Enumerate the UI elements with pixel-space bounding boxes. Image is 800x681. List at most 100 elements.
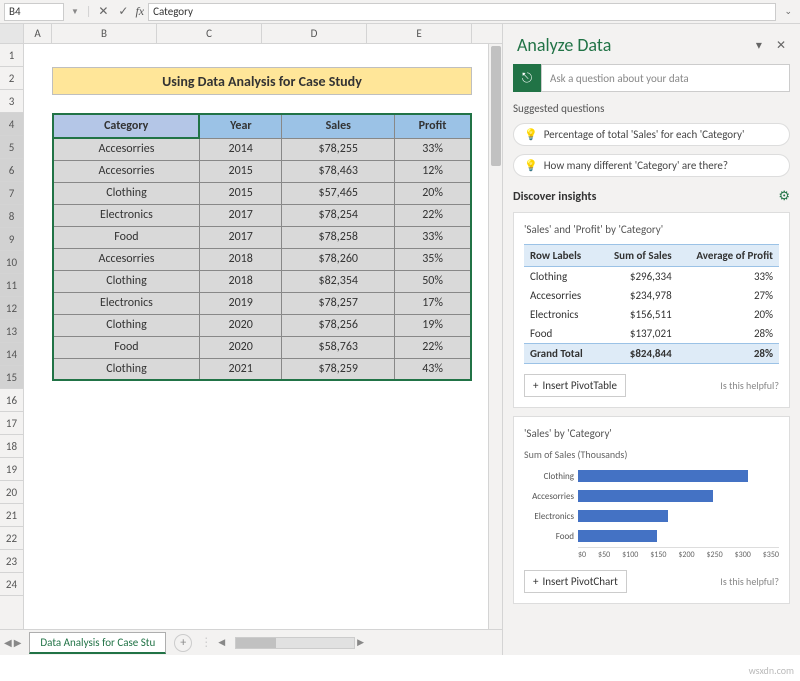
table-cell[interactable]: $78,254 — [282, 204, 395, 226]
table-cell[interactable]: Accesorries — [53, 160, 199, 182]
row-header[interactable]: 17 — [0, 412, 23, 435]
row-header[interactable]: 13 — [0, 320, 23, 343]
col-header[interactable]: D — [262, 24, 367, 43]
table-cell[interactable]: 2014 — [199, 138, 281, 160]
table-cell[interactable]: Accesorries — [53, 138, 199, 160]
row-header[interactable]: 12 — [0, 297, 23, 320]
row-header[interactable]: 1 — [0, 44, 23, 67]
suggestion-pill[interactable]: 💡How many different 'Category' are there… — [513, 154, 790, 177]
table-cell[interactable]: $57,465 — [282, 182, 395, 204]
row-header[interactable]: 8 — [0, 205, 23, 228]
table-cell[interactable]: Clothing — [53, 270, 199, 292]
table-cell[interactable]: 2017 — [199, 204, 281, 226]
fx-icon[interactable]: fx — [135, 4, 144, 19]
name-box-dropdown-icon[interactable]: ▼ — [68, 7, 82, 17]
table-cell[interactable]: 33% — [395, 226, 471, 248]
row-header[interactable]: 9 — [0, 228, 23, 251]
table-cell[interactable]: 2015 — [199, 182, 281, 204]
row-header[interactable]: 21 — [0, 504, 23, 527]
pane-menu-icon[interactable]: ▾ — [756, 38, 762, 53]
col-header[interactable]: C — [157, 24, 262, 43]
cells-area[interactable]: Using Data Analysis for Case Study Categ… — [24, 44, 488, 629]
row-header[interactable]: 2 — [0, 67, 23, 90]
table-cell[interactable]: $78,256 — [282, 314, 395, 336]
table-cell[interactable]: Food — [53, 226, 199, 248]
row-header[interactable]: 18 — [0, 435, 23, 458]
pane-close-icon[interactable]: ✕ — [776, 38, 786, 53]
gear-icon[interactable]: ⚙ — [778, 189, 790, 204]
table-cell[interactable]: Clothing — [53, 314, 199, 336]
table-cell[interactable]: $58,763 — [282, 336, 395, 358]
helpful-link[interactable]: Is this helpful? — [720, 379, 779, 392]
add-sheet-button[interactable]: + — [174, 634, 192, 652]
ask-input[interactable]: Ask a question about your data — [541, 64, 790, 92]
cancel-icon[interactable]: ✕ — [95, 4, 111, 20]
row-header[interactable]: 23 — [0, 550, 23, 573]
table-cell[interactable]: 2015 — [199, 160, 281, 182]
table-cell[interactable]: 22% — [395, 204, 471, 226]
table-cell[interactable]: 50% — [395, 270, 471, 292]
row-header[interactable]: 16 — [0, 389, 23, 412]
hscroll-right-icon[interactable]: ▶ — [357, 637, 364, 648]
select-all-corner[interactable] — [0, 24, 24, 43]
row-header[interactable]: 4 — [0, 113, 23, 136]
horizontal-scrollbar[interactable] — [235, 637, 355, 649]
table-cell[interactable]: 2021 — [199, 358, 281, 380]
row-header[interactable]: 5 — [0, 136, 23, 159]
row-header[interactable]: 10 — [0, 251, 23, 274]
table-cell[interactable]: Accesorries — [53, 248, 199, 270]
row-header[interactable]: 7 — [0, 182, 23, 205]
row-header[interactable]: 24 — [0, 573, 23, 596]
table-cell[interactable]: 2017 — [199, 226, 281, 248]
table-cell[interactable]: 17% — [395, 292, 471, 314]
data-table[interactable]: CategoryYearSalesProfitAccesorries2014$7… — [52, 113, 472, 381]
name-box[interactable]: B4 — [4, 3, 64, 21]
col-header[interactable]: E — [367, 24, 472, 43]
table-cell[interactable]: $78,260 — [282, 248, 395, 270]
table-header[interactable]: Sales — [282, 114, 395, 138]
vertical-scrollbar[interactable] — [488, 44, 502, 629]
sheet-nav-prev-icon[interactable]: ◀ — [4, 636, 12, 649]
sheet-nav-next-icon[interactable]: ▶ — [14, 636, 22, 649]
insert-pivotchart-button[interactable]: +Insert PivotChart — [524, 570, 627, 593]
sheet-tab[interactable]: Data Analysis for Case Stu — [29, 632, 166, 654]
table-header[interactable]: Year — [199, 114, 281, 138]
row-header[interactable]: 14 — [0, 343, 23, 366]
table-cell[interactable]: 2019 — [199, 292, 281, 314]
col-header[interactable]: B — [52, 24, 157, 43]
table-cell[interactable]: 22% — [395, 336, 471, 358]
suggestion-pill[interactable]: 💡Percentage of total 'Sales' for each 'C… — [513, 123, 790, 146]
row-header[interactable]: 20 — [0, 481, 23, 504]
table-cell[interactable]: $78,257 — [282, 292, 395, 314]
table-cell[interactable]: Electronics — [53, 204, 199, 226]
table-cell[interactable]: $78,463 — [282, 160, 395, 182]
table-cell[interactable]: 12% — [395, 160, 471, 182]
helpful-link[interactable]: Is this helpful? — [720, 575, 779, 588]
table-cell[interactable]: 20% — [395, 182, 471, 204]
table-cell[interactable]: $78,258 — [282, 226, 395, 248]
row-header[interactable]: 15 — [0, 366, 23, 389]
table-cell[interactable]: $78,255 — [282, 138, 395, 160]
table-cell[interactable]: 2018 — [199, 248, 281, 270]
table-cell[interactable]: Electronics — [53, 292, 199, 314]
table-header[interactable]: Profit — [395, 114, 471, 138]
row-header[interactable]: 3 — [0, 90, 23, 113]
row-header[interactable]: 6 — [0, 159, 23, 182]
table-cell[interactable]: 2018 — [199, 270, 281, 292]
table-cell[interactable]: $78,259 — [282, 358, 395, 380]
table-cell[interactable]: 2020 — [199, 336, 281, 358]
table-cell[interactable]: 33% — [395, 138, 471, 160]
formula-expand-icon[interactable]: ⌄ — [780, 6, 796, 17]
table-cell[interactable]: Food — [53, 336, 199, 358]
hscroll-left-icon[interactable]: ◀ — [218, 637, 225, 648]
table-cell[interactable]: 35% — [395, 248, 471, 270]
table-header[interactable]: Category — [53, 114, 199, 138]
insert-pivottable-button[interactable]: +Insert PivotTable — [524, 374, 626, 397]
formula-bar[interactable]: Category — [148, 3, 776, 21]
table-cell[interactable]: $82,354 — [282, 270, 395, 292]
row-header[interactable]: 19 — [0, 458, 23, 481]
table-cell[interactable]: Clothing — [53, 358, 199, 380]
table-cell[interactable]: 2020 — [199, 314, 281, 336]
col-header[interactable]: A — [24, 24, 52, 43]
row-header[interactable]: 11 — [0, 274, 23, 297]
